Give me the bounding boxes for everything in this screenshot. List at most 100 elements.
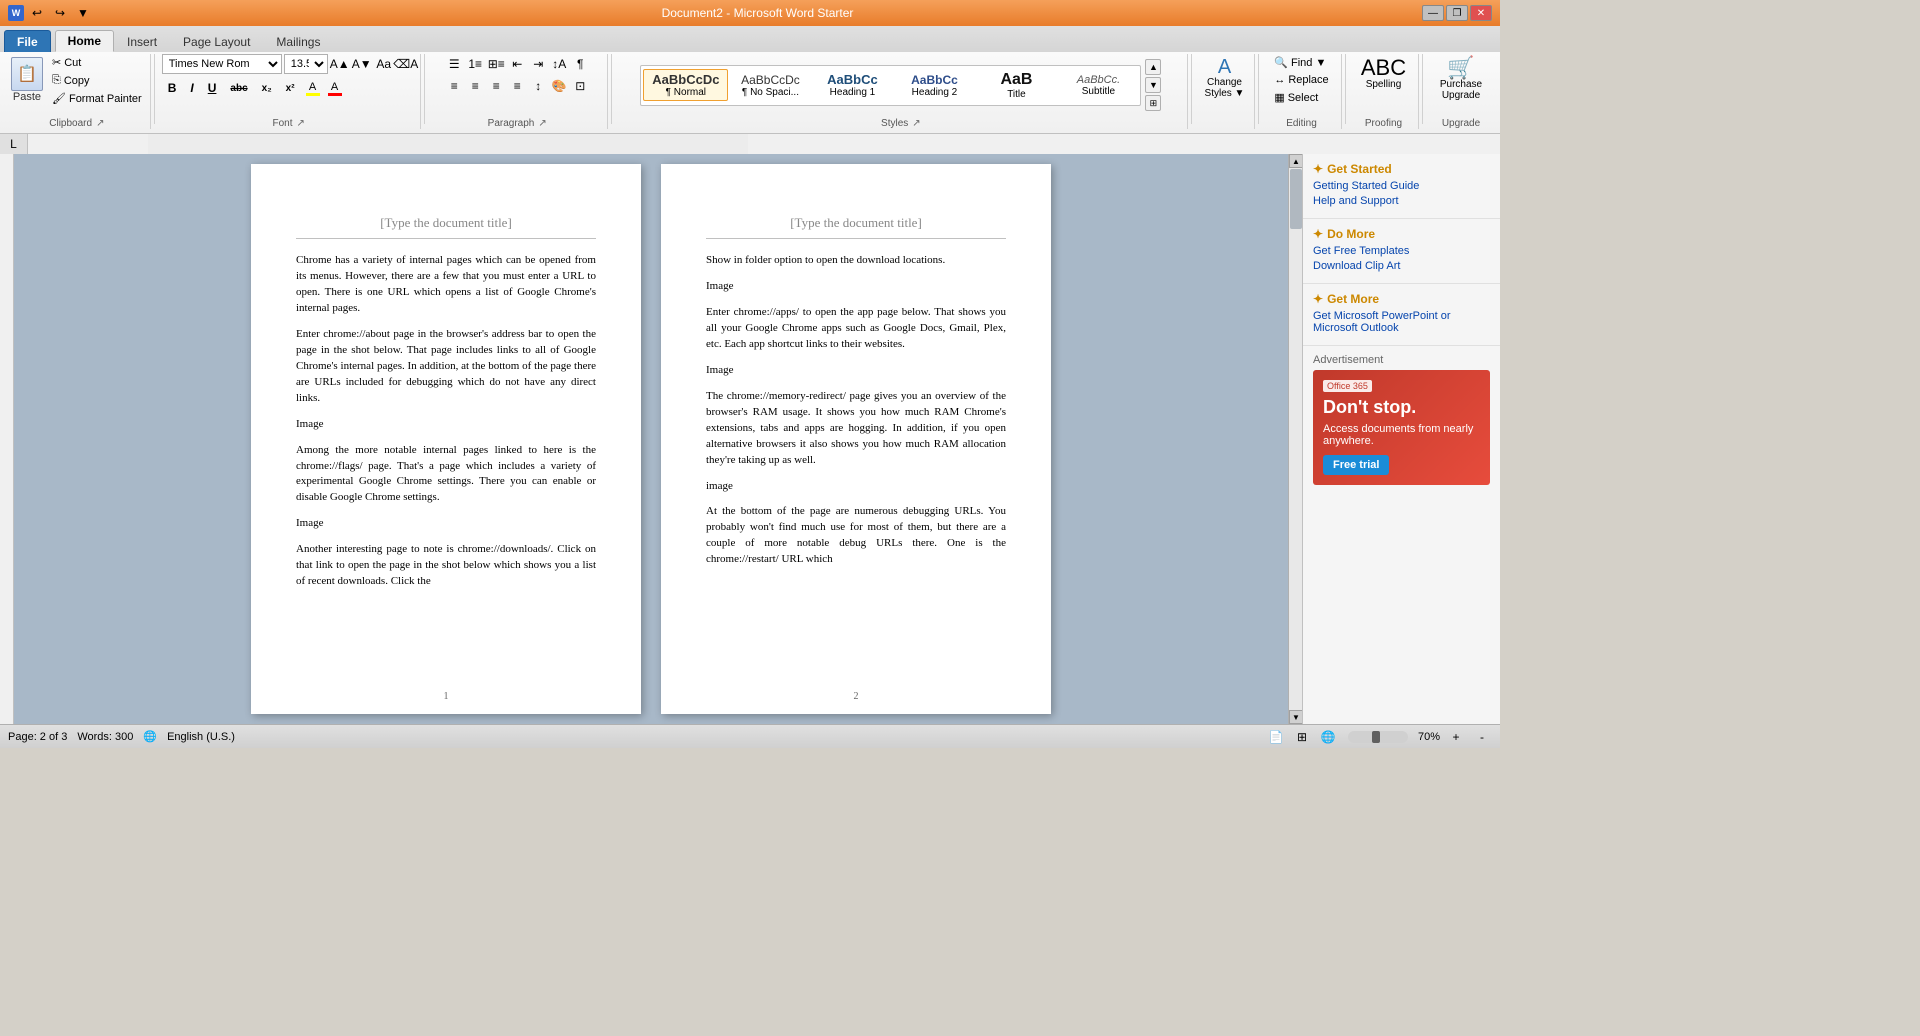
- get-more-title: Get More: [1327, 292, 1379, 306]
- tab-page-layout[interactable]: Page Layout: [170, 30, 263, 52]
- ad-subtitle: Access documents from nearly anywhere.: [1323, 423, 1480, 447]
- change-styles-icon: A: [1218, 57, 1231, 77]
- page-info: Page: 2 of 3: [8, 731, 67, 743]
- find-icon: 🔍: [1274, 56, 1288, 69]
- align-right-button[interactable]: ≡: [486, 76, 506, 96]
- find-button[interactable]: 🔍 Find ▼: [1270, 54, 1330, 71]
- quick-access-dropdown[interactable]: ▼: [73, 3, 93, 23]
- document-area[interactable]: [Type the document title] Chrome has a v…: [14, 154, 1288, 724]
- view-print-button[interactable]: 📄: [1266, 727, 1286, 747]
- multilevel-list-button[interactable]: ⊞≡: [486, 54, 506, 74]
- close-button[interactable]: ✕: [1470, 5, 1492, 21]
- help-support-link[interactable]: Help and Support: [1313, 195, 1490, 207]
- italic-button[interactable]: I: [184, 78, 199, 98]
- clipboard-expand-icon[interactable]: ↗: [96, 118, 104, 129]
- scroll-track[interactable]: [1289, 168, 1302, 710]
- underline-button[interactable]: U: [202, 78, 223, 98]
- page1-para-4: Another interesting page to note is chro…: [296, 542, 596, 590]
- clear-format-button[interactable]: ⌫A: [396, 54, 416, 74]
- bold-button[interactable]: B: [162, 78, 183, 98]
- decrease-indent-button[interactable]: ⇤: [507, 54, 527, 74]
- page-1[interactable]: [Type the document title] Chrome has a v…: [251, 164, 641, 714]
- download-clipart-link[interactable]: Download Clip Art: [1313, 260, 1490, 272]
- tab-insert[interactable]: Insert: [114, 30, 170, 52]
- tab-file[interactable]: File: [4, 30, 51, 52]
- restore-button[interactable]: ❐: [1446, 5, 1468, 21]
- zoom-slider[interactable]: [1348, 731, 1408, 743]
- view-fullscreen-button[interactable]: ⊞: [1292, 727, 1312, 747]
- ribbon: 📋 Paste ✂ Cut ⎘ Copy 🖌 Format Painter C: [0, 52, 1500, 134]
- minimize-button[interactable]: —: [1422, 5, 1444, 21]
- style-no-spacing[interactable]: AaBbCcDc ¶ No Spaci...: [730, 70, 810, 101]
- font-family-select[interactable]: Times New Rom: [162, 54, 282, 74]
- tab-home[interactable]: Home: [55, 30, 114, 52]
- styles-scroll-down[interactable]: ▼: [1145, 77, 1161, 93]
- paragraph-expand-icon[interactable]: ↗: [538, 118, 546, 129]
- copy-button[interactable]: ⎘ Copy: [48, 72, 146, 89]
- justify-button[interactable]: ≡: [507, 76, 527, 96]
- cut-button[interactable]: ✂ Cut: [48, 54, 146, 71]
- change-styles-button[interactable]: A ChangeStyles ▼: [1200, 54, 1250, 102]
- style-heading2[interactable]: AaBbCc Heading 2: [894, 70, 974, 101]
- do-more-star-icon: ✦: [1313, 227, 1323, 241]
- divider-4: [1191, 54, 1192, 124]
- free-trial-button[interactable]: Free trial: [1323, 455, 1389, 475]
- font-color-button[interactable]: A: [325, 78, 345, 98]
- align-center-button[interactable]: ≡: [465, 76, 485, 96]
- zoom-in-button[interactable]: +: [1446, 727, 1466, 747]
- subscript-button[interactable]: x₂: [256, 78, 278, 98]
- paste-button[interactable]: 📋 Paste: [8, 54, 46, 106]
- ruler-corner-button[interactable]: L: [0, 134, 28, 154]
- page1-title-placeholder[interactable]: [Type the document title]: [296, 214, 596, 239]
- page2-image-1: Image: [706, 279, 1006, 295]
- purchase-upgrade-button[interactable]: 🛒 PurchaseUpgrade: [1435, 54, 1487, 104]
- strikethrough-button[interactable]: abc: [224, 78, 253, 98]
- style-subtitle[interactable]: AaBbCc. Subtitle: [1058, 71, 1138, 100]
- styles-expand-button[interactable]: ⊞: [1145, 95, 1161, 111]
- select-button[interactable]: ▦ Select: [1270, 89, 1322, 106]
- scroll-up-button[interactable]: ▲: [1289, 154, 1303, 168]
- text-highlight-button[interactable]: A: [303, 78, 323, 98]
- divider-2: [424, 54, 425, 124]
- paste-icon: 📋: [11, 57, 43, 91]
- replace-button[interactable]: ↔ Replace: [1270, 72, 1332, 88]
- redo-button[interactable]: ↪: [50, 3, 70, 23]
- styles-expand-icon[interactable]: ↗: [912, 118, 920, 129]
- decrease-font-button[interactable]: A▼: [352, 54, 372, 74]
- vertical-scrollbar[interactable]: ▲ ▼: [1288, 154, 1302, 724]
- font-expand-icon[interactable]: ↗: [297, 118, 305, 129]
- spelling-button[interactable]: ABC Spelling: [1356, 54, 1411, 93]
- borders-button[interactable]: ⊡: [570, 76, 590, 96]
- sort-button[interactable]: ↕A: [549, 54, 569, 74]
- get-powerpoint-link[interactable]: Get Microsoft PowerPoint or Microsoft Ou…: [1313, 310, 1490, 334]
- scroll-down-button[interactable]: ▼: [1289, 710, 1303, 724]
- change-case-button[interactable]: Aa: [374, 54, 394, 74]
- superscript-button[interactable]: x²: [280, 78, 301, 98]
- bullets-button[interactable]: ☰: [444, 54, 464, 74]
- style-normal[interactable]: AaBbCcDc ¶ Normal: [643, 69, 728, 101]
- font-size-select[interactable]: 13.5: [284, 54, 328, 74]
- style-title[interactable]: AaB Title: [976, 68, 1056, 103]
- scroll-thumb[interactable]: [1290, 169, 1302, 229]
- tab-mailings[interactable]: Mailings: [263, 30, 333, 52]
- align-left-button[interactable]: ≡: [444, 76, 464, 96]
- view-web-button[interactable]: 🌐: [1318, 727, 1338, 747]
- undo-button[interactable]: ↩: [27, 3, 47, 23]
- numbering-button[interactable]: 1≡: [465, 54, 485, 74]
- zoom-out-button[interactable]: -: [1472, 727, 1492, 747]
- styles-group: AaBbCcDc ¶ Normal AaBbCcDc ¶ No Spaci...…: [615, 54, 1188, 129]
- page-2[interactable]: [Type the document title] Show in folder…: [661, 164, 1051, 714]
- show-formatting-button[interactable]: ¶: [570, 54, 590, 74]
- increase-font-button[interactable]: A▲: [330, 54, 350, 74]
- paragraph-group: ☰ 1≡ ⊞≡ ⇤ ⇥ ↕A ¶ ≡ ≡ ≡ ≡ ↕ 🎨 ⊡ Paragraph…: [428, 54, 608, 129]
- format-painter-icon: 🖌: [52, 92, 66, 105]
- style-heading1[interactable]: AaBbCc Heading 1: [812, 69, 892, 101]
- getting-started-link[interactable]: Getting Started Guide: [1313, 180, 1490, 192]
- line-spacing-button[interactable]: ↕: [528, 76, 548, 96]
- page2-title-placeholder[interactable]: [Type the document title]: [706, 214, 1006, 239]
- styles-scroll-up[interactable]: ▲: [1145, 59, 1161, 75]
- format-painter-button[interactable]: 🖌 Format Painter: [48, 90, 146, 107]
- free-templates-link[interactable]: Get Free Templates: [1313, 245, 1490, 257]
- increase-indent-button[interactable]: ⇥: [528, 54, 548, 74]
- shading-button[interactable]: 🎨: [549, 76, 569, 96]
